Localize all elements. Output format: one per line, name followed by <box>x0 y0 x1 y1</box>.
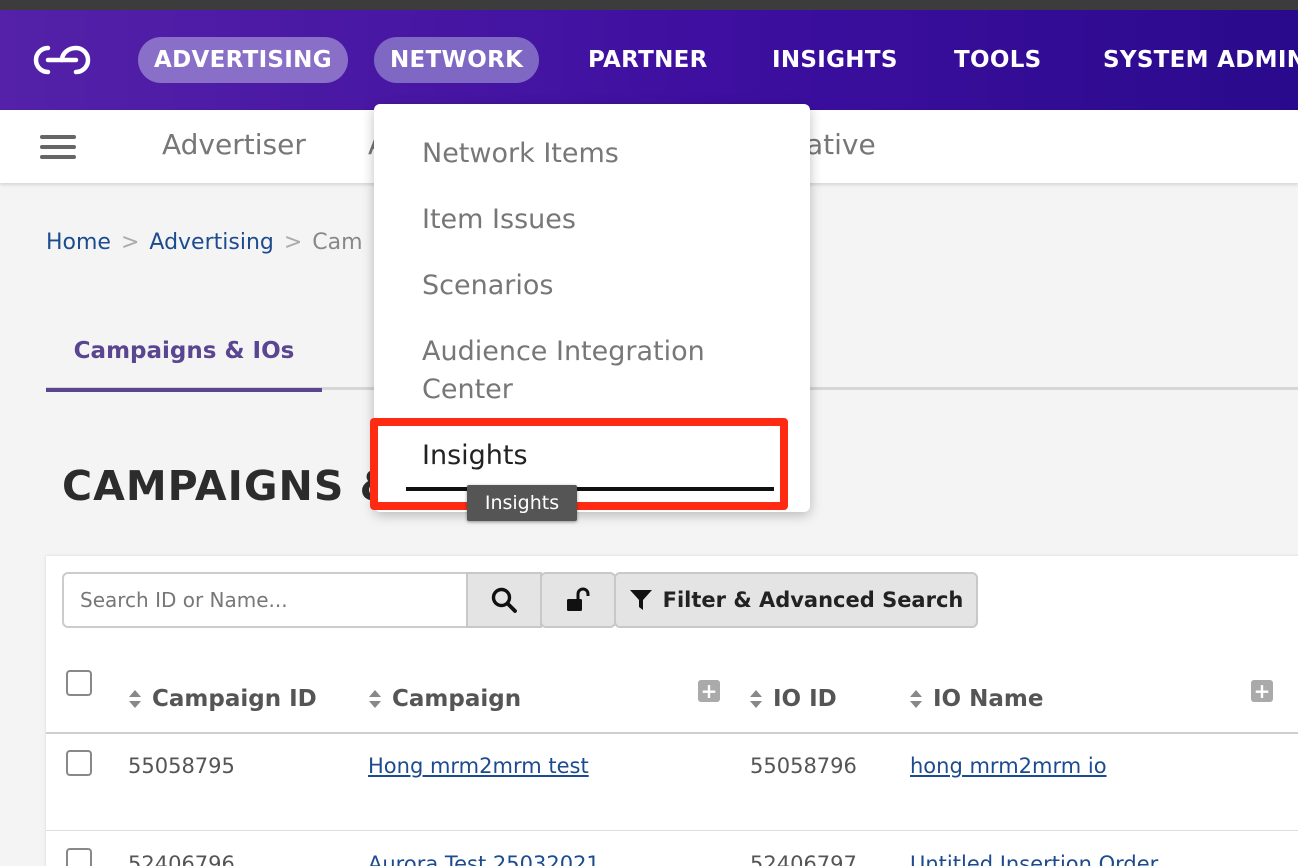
column-header-label: Campaign <box>392 686 522 712</box>
top-navigation-bar: ADVERTISING NETWORK PARTNER INSIGHTS TOO… <box>0 10 1298 110</box>
column-header-campaign[interactable]: Campaign <box>368 686 521 712</box>
sort-icon <box>129 690 141 708</box>
cell-campaign-link[interactable]: Aurora Test 25032021 <box>368 852 600 866</box>
menu-item-audience-integration-center[interactable]: Audience Integration <box>422 333 705 371</box>
menu-item-audience-integration-center-line2[interactable]: Center <box>422 371 513 409</box>
cell-io-name-link[interactable]: hong mrm2mrm io <box>910 754 1107 778</box>
cell-io-id: 52406797 <box>750 852 857 866</box>
nav-partner[interactable]: PARTNER <box>588 37 708 83</box>
page-title: CAMPAIGNS & <box>62 462 397 510</box>
subnav-advertiser[interactable]: Advertiser <box>162 128 306 161</box>
nav-tools[interactable]: TOOLS <box>954 37 1042 83</box>
menu-item-network-items[interactable]: Network Items <box>422 135 619 173</box>
insights-tooltip: Insights <box>467 485 577 521</box>
unlock-icon <box>567 587 590 611</box>
column-header-label: Campaign ID <box>152 686 317 712</box>
breadcrumb-home[interactable]: Home <box>46 230 111 255</box>
hamburger-menu-icon[interactable] <box>40 135 76 159</box>
filter-advanced-search-button[interactable]: Filter & Advanced Search <box>614 572 978 628</box>
sort-icon <box>750 690 762 708</box>
search-button[interactable] <box>466 572 542 628</box>
add-column-icon[interactable]: + <box>1251 680 1273 702</box>
tab-campaigns-ios[interactable]: Campaigns & IOs <box>46 330 322 392</box>
subnav-creative-partial[interactable]: ative <box>806 128 876 161</box>
cell-campaign-id: 52406796 <box>128 852 235 866</box>
cell-campaign-id: 55058795 <box>128 754 235 778</box>
campaigns-table-card: Filter & Advanced Search Campaign ID Cam… <box>46 556 1298 866</box>
cell-campaign-link[interactable]: Hong mrm2mrm test <box>368 754 589 778</box>
menu-item-item-issues[interactable]: Item Issues <box>422 201 576 239</box>
nav-network[interactable]: NETWORK <box>374 37 540 83</box>
column-header-label: IO Name <box>933 686 1044 712</box>
row-divider <box>46 830 1298 831</box>
filter-icon <box>629 590 652 610</box>
nav-insights[interactable]: INSIGHTS <box>772 37 898 83</box>
sort-icon <box>369 690 381 708</box>
sort-icon <box>910 690 922 708</box>
window-top-strip <box>0 0 1298 10</box>
row-checkbox[interactable] <box>66 848 92 866</box>
breadcrumb-advertising[interactable]: Advertising <box>149 230 273 255</box>
search-icon <box>491 587 517 613</box>
column-header-label: IO ID <box>773 686 837 712</box>
row-checkbox[interactable] <box>66 750 92 776</box>
add-column-icon[interactable]: + <box>698 680 720 702</box>
annotation-highlight-box <box>370 418 788 510</box>
nav-advertising[interactable]: ADVERTISING <box>138 37 348 83</box>
column-header-io-name[interactable]: IO Name <box>909 686 1043 712</box>
breadcrumb-current: Cam <box>312 230 363 255</box>
column-header-io-id[interactable]: IO ID <box>749 686 837 712</box>
cell-io-id: 55058796 <box>750 754 857 778</box>
select-all-checkbox[interactable] <box>66 670 92 696</box>
breadcrumb: Home > Advertising > Cam <box>46 230 363 255</box>
breadcrumb-separator: > <box>120 230 140 255</box>
menu-item-scenarios[interactable]: Scenarios <box>422 267 553 305</box>
nav-system-admin[interactable]: SYSTEM ADMIN <box>1103 37 1298 83</box>
breadcrumb-separator: > <box>283 230 303 255</box>
logo-icon[interactable] <box>32 43 92 77</box>
header-divider <box>46 732 1298 734</box>
column-header-campaign-id[interactable]: Campaign ID <box>128 686 317 712</box>
search-input[interactable] <box>62 572 468 628</box>
lock-toggle-button[interactable] <box>540 572 616 628</box>
filter-button-label: Filter & Advanced Search <box>662 588 964 612</box>
cell-io-name-link[interactable]: Untitled Insertion Order <box>910 852 1158 866</box>
